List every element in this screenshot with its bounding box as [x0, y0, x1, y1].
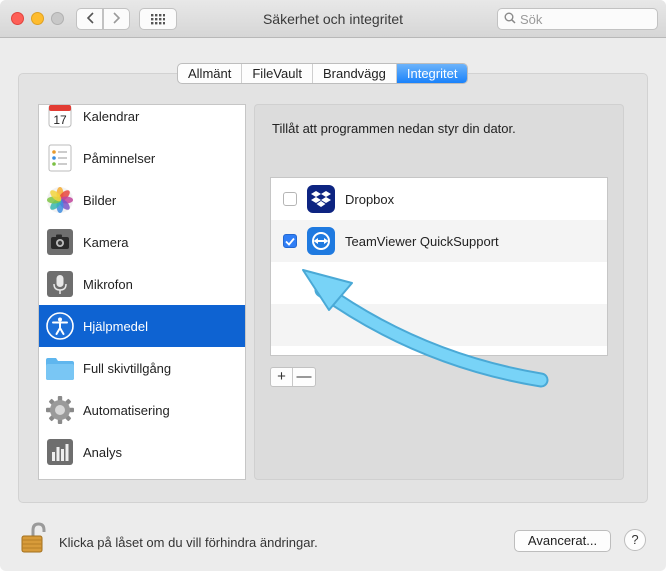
sidebar-item-full-disk-access[interactable]: Full skivtillgång	[39, 347, 245, 389]
calendar-icon: 17	[45, 105, 75, 131]
add-remove-control: + —	[270, 367, 316, 387]
folder-icon	[45, 353, 75, 383]
search-input[interactable]	[520, 11, 650, 27]
app-name: Dropbox	[345, 191, 395, 207]
accessibility-icon	[45, 311, 75, 341]
sidebar-item-label: Kalendrar	[83, 108, 140, 124]
lock-message: Klicka på låset om du vill förhindra änd…	[59, 535, 318, 550]
sidebar-item-calendars[interactable]: 17 Kalendrar	[39, 105, 245, 137]
app-name: TeamViewer QuickSupport	[345, 233, 499, 249]
preferences-window: Säkerhet och integritet Allmänt FileVaul…	[0, 0, 666, 571]
sidebar-item-label: Kamera	[83, 234, 129, 250]
teamviewer-icon	[307, 227, 335, 255]
sidebar-item-label: Hjälpmedel	[83, 318, 149, 334]
help-button[interactable]: ?	[624, 529, 646, 551]
add-app-button[interactable]: +	[271, 368, 293, 386]
app-checkbox-teamviewer[interactable]	[283, 234, 297, 248]
sidebar-item-label: Full skivtillgång	[83, 360, 172, 376]
sidebar-item-automation[interactable]: Automatisering	[39, 389, 245, 431]
lock-button[interactable]	[20, 522, 46, 554]
tab-general[interactable]: Allmänt	[178, 64, 243, 83]
sidebar-item-camera[interactable]: Kamera	[39, 221, 245, 263]
sidebar-item-label: Analys	[83, 444, 123, 460]
tab-bar: Allmänt FileVault Brandvägg Integritet	[177, 63, 469, 84]
camera-icon	[45, 227, 75, 257]
app-checkbox-dropbox[interactable]	[283, 192, 297, 206]
sidebar-item-label: Bilder	[83, 192, 117, 208]
allowed-apps-list: Dropbox TeamViewer QuickSupport	[270, 177, 608, 356]
permission-instruction: Tillåt att programmen nedan styr din dat…	[272, 121, 516, 136]
lock-open-icon	[21, 522, 46, 553]
dropbox-icon	[307, 185, 335, 213]
remove-app-button[interactable]: —	[293, 368, 315, 386]
sidebar-item-label: Automatisering	[83, 402, 170, 418]
title-bar: Säkerhet och integritet	[0, 0, 666, 38]
reminders-icon	[45, 143, 75, 173]
tab-filevault[interactable]: FileVault	[242, 64, 313, 83]
photos-icon	[45, 185, 75, 215]
empty-row	[271, 262, 607, 304]
app-row-dropbox[interactable]: Dropbox	[271, 178, 607, 220]
calendar-day: 17	[53, 113, 67, 127]
sidebar-item-label: Mikrofon	[83, 276, 133, 292]
search-icon	[504, 12, 516, 27]
empty-row	[271, 304, 607, 346]
tab-firewall[interactable]: Brandvägg	[313, 64, 397, 83]
sidebar-item-accessibility[interactable]: Hjälpmedel	[39, 305, 245, 347]
search-field[interactable]	[497, 8, 658, 30]
checkmark-icon	[285, 237, 295, 246]
sidebar-item-photos[interactable]: Bilder	[39, 179, 245, 221]
sidebar-item-analytics[interactable]: Analys	[39, 431, 245, 473]
advanced-button[interactable]: Avancerat...	[514, 530, 611, 552]
analytics-icon	[45, 437, 75, 467]
privacy-category-list: 17 Kalendrar Påminnelser Bilder Kamera M…	[38, 104, 246, 480]
tab-privacy[interactable]: Integritet	[396, 64, 468, 83]
sidebar-item-reminders[interactable]: Påminnelser	[39, 137, 245, 179]
sidebar-item-label: Påminnelser	[83, 150, 156, 166]
app-row-teamviewer[interactable]: TeamViewer QuickSupport	[271, 220, 607, 262]
gear-icon	[45, 395, 75, 425]
microphone-icon	[45, 269, 75, 299]
sidebar-item-microphone[interactable]: Mikrofon	[39, 263, 245, 305]
